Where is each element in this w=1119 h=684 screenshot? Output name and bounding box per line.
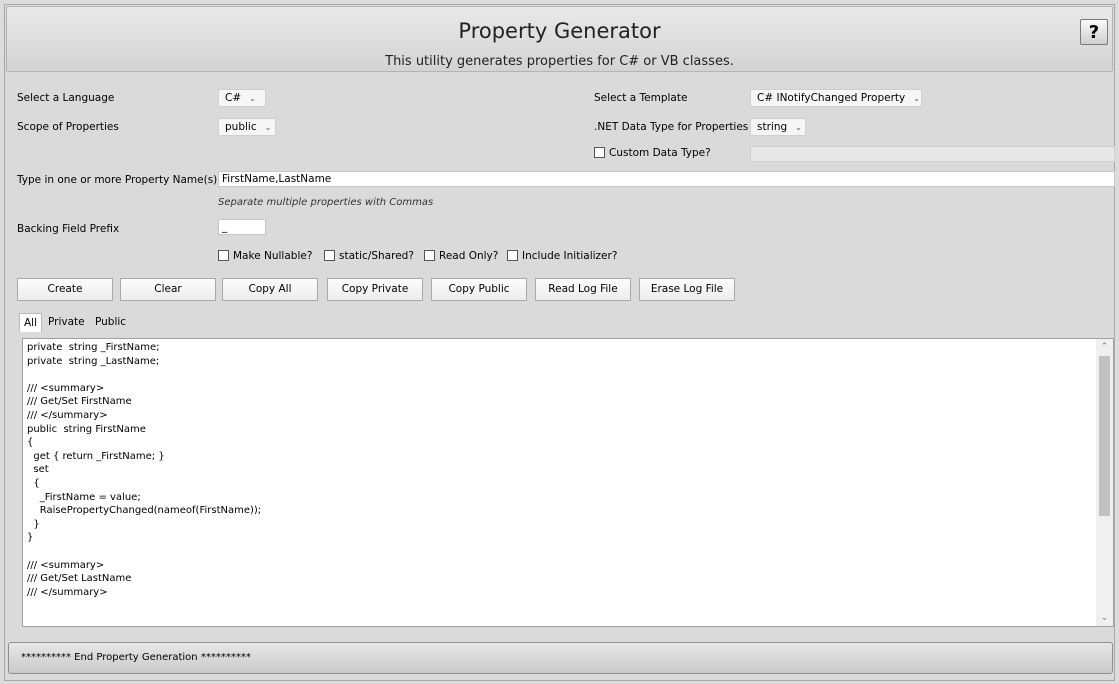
static-shared-label: static/Shared? xyxy=(339,250,414,262)
scope-select-value: public xyxy=(225,121,257,133)
read-only-checkbox[interactable]: Read Only? xyxy=(424,250,498,262)
custom-type-input[interactable] xyxy=(750,146,1115,162)
property-names-input[interactable]: FirstName,LastName xyxy=(218,171,1115,187)
make-nullable-label: Make Nullable? xyxy=(233,250,313,262)
property-names-hint: Separate multiple properties with Commas xyxy=(218,197,434,208)
output-code: private string _FirstName; private strin… xyxy=(27,342,262,598)
template-label: Select a Template xyxy=(594,92,688,104)
scroll-up-icon[interactable]: ⌃ xyxy=(1096,339,1113,355)
custom-type-checkbox[interactable]: Custom Data Type? xyxy=(594,147,711,159)
include-initializer-box[interactable] xyxy=(507,250,518,261)
make-nullable-checkbox[interactable]: Make Nullable? xyxy=(218,250,312,262)
copy-public-button[interactable]: Copy Public xyxy=(431,278,527,301)
template-select-value: C# INotifyChanged Property xyxy=(757,92,906,104)
include-initializer-checkbox[interactable]: Include Initializer? xyxy=(507,250,617,262)
create-button[interactable]: Create xyxy=(17,278,113,301)
datatype-label: .NET Data Type for Properties xyxy=(594,121,749,133)
status-bar: ********** End Property Generation *****… xyxy=(8,642,1113,674)
chevron-down-icon: ⌄ xyxy=(795,123,802,132)
scope-select[interactable]: public ⌄ xyxy=(218,118,276,136)
static-shared-box[interactable] xyxy=(324,250,335,261)
language-select[interactable]: C# ⌄ xyxy=(218,89,266,107)
read-only-label: Read Only? xyxy=(439,250,499,262)
custom-type-label: Custom Data Type? xyxy=(609,147,711,159)
status-text: ********** End Property Generation *****… xyxy=(21,652,251,663)
read-log-button[interactable]: Read Log File xyxy=(535,278,631,301)
custom-type-checkbox-box[interactable] xyxy=(594,147,605,158)
output-textbox[interactable]: private string _FirstName; private strin… xyxy=(22,338,1114,627)
header-panel: Property Generator This utility generate… xyxy=(6,6,1113,72)
chevron-down-icon: ⌄ xyxy=(913,94,920,103)
prefix-input[interactable]: _ xyxy=(218,219,266,235)
erase-log-button[interactable]: Erase Log File xyxy=(639,278,735,301)
datatype-select[interactable]: string ⌄ xyxy=(750,118,806,136)
template-select[interactable]: C# INotifyChanged Property ⌄ xyxy=(750,89,922,107)
property-names-label: Type in one or more Property Name(s) xyxy=(17,174,218,186)
help-button[interactable]: ? xyxy=(1080,19,1108,45)
tab-all[interactable]: All xyxy=(19,313,43,332)
tab-public[interactable]: Public xyxy=(91,313,130,331)
prefix-label: Backing Field Prefix xyxy=(17,223,120,235)
tab-private[interactable]: Private xyxy=(44,313,89,331)
vertical-scrollbar[interactable]: ⌃ ⌄ xyxy=(1096,339,1113,626)
read-only-box[interactable] xyxy=(424,250,435,261)
chevron-down-icon: ⌄ xyxy=(249,94,256,103)
include-initializer-label: Include Initializer? xyxy=(522,250,618,262)
language-label: Select a Language xyxy=(17,92,115,104)
page-title: Property Generator xyxy=(458,19,661,43)
scrollbar-thumb[interactable] xyxy=(1099,356,1110,516)
copy-all-button[interactable]: Copy All xyxy=(222,278,318,301)
make-nullable-box[interactable] xyxy=(218,250,229,261)
static-shared-checkbox[interactable]: static/Shared? xyxy=(324,250,414,262)
chevron-down-icon: ⌄ xyxy=(264,123,272,132)
copy-private-button[interactable]: Copy Private xyxy=(327,278,423,301)
scroll-down-icon[interactable]: ⌄ xyxy=(1096,610,1113,626)
datatype-select-value: string xyxy=(757,121,788,133)
page-subtitle: This utility generates properties for C#… xyxy=(385,54,734,69)
clear-button[interactable]: Clear xyxy=(120,278,216,301)
scope-label: Scope of Properties xyxy=(17,121,119,133)
language-select-value: C# xyxy=(225,92,242,104)
